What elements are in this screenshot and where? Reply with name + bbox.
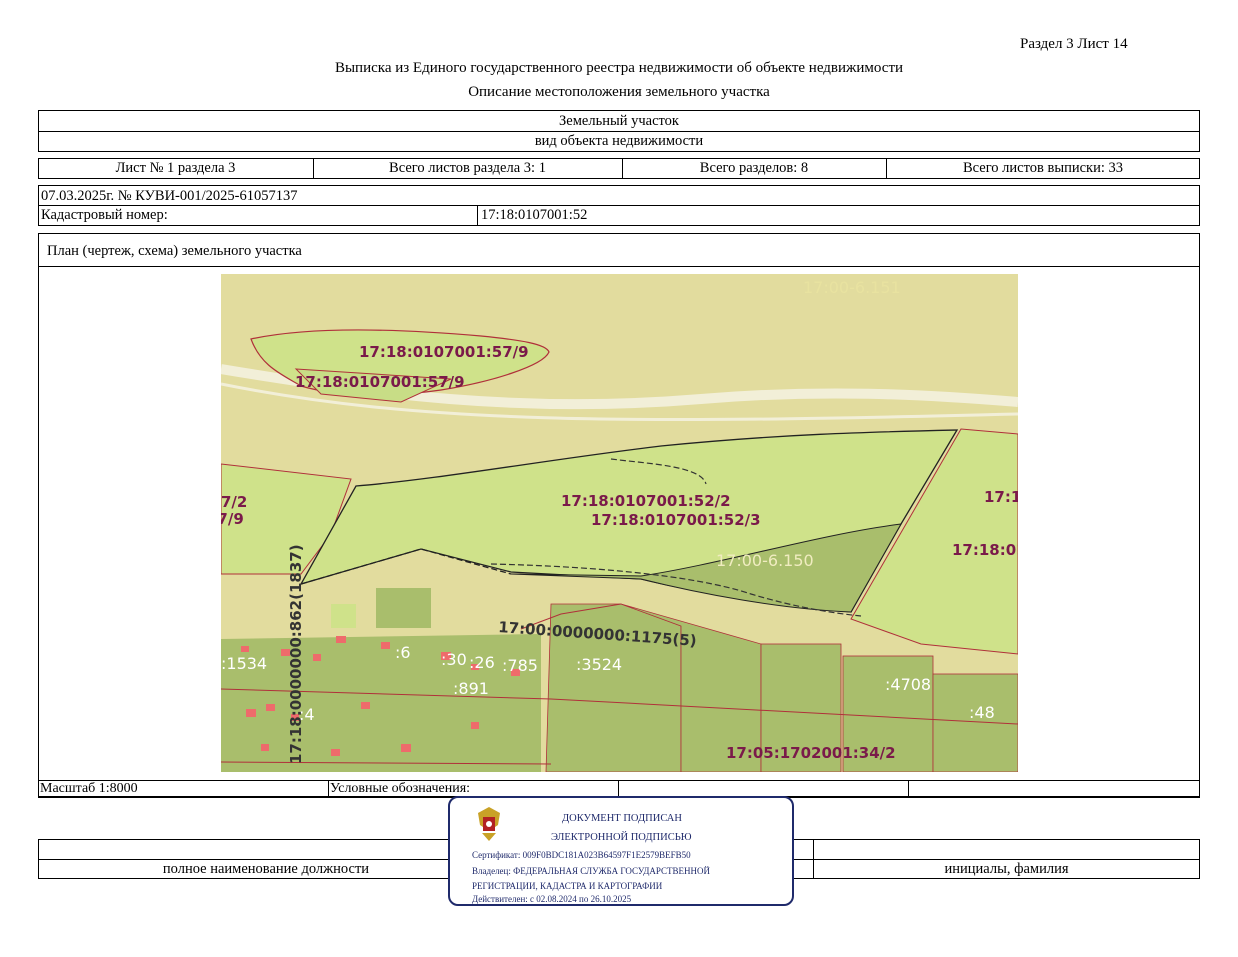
- label-zone-6150: 17:00-6.150: [716, 551, 814, 570]
- stamp-valid: Действителен: с 02.08.2024 по 26.10.2025: [472, 894, 632, 904]
- label-48: :48: [969, 703, 995, 722]
- stamp-owner2: РЕГИСТРАЦИИ, КАДАСТРА И КАРТОГРАФИИ: [472, 881, 663, 891]
- scale-label: Масштаб 1:8000: [40, 781, 138, 796]
- object-type-caption: вид объекта недвижимости: [534, 133, 704, 149]
- label-road-862: 17:18:0000000:862(1837): [287, 544, 305, 764]
- sheet-number: Лист № 1 раздела 3: [115, 160, 236, 176]
- label-right-2: 17:18:01: [952, 541, 1018, 559]
- label-57-9-b: 17:18:0107001:57/9: [295, 373, 465, 391]
- legend-label: Условные обозначения:: [330, 781, 471, 796]
- cadastral-map: 17:00-6.151 17:18:0107001:57/9 17:18:010…: [221, 274, 1018, 772]
- label-1534: :1534: [221, 654, 267, 673]
- label-zone-top: 17:00-6.151: [803, 278, 901, 297]
- total-sheets-extract: Всего листов выписки: 33: [963, 160, 1123, 176]
- label-3524: :3524: [576, 655, 622, 674]
- label-891: :891: [453, 679, 489, 698]
- label-4: :4: [299, 705, 315, 724]
- label-52-2: 17:18:0107001:52/2: [561, 492, 731, 510]
- label-6: :6: [395, 643, 411, 662]
- stamp-line1: ДОКУМЕНТ ПОДПИСАН: [562, 813, 682, 824]
- object-name: Земельный участок: [559, 113, 679, 129]
- label-26: :26: [469, 653, 495, 672]
- label-57-9-a: 17:18:0107001:57/9: [359, 343, 529, 361]
- label-right-1: 17:1: [984, 488, 1018, 506]
- section-sheet-label: Раздел 3 Лист 14: [1020, 36, 1128, 52]
- label-left-2: 7/2: [221, 493, 247, 511]
- stamp-line2: ЭЛЕКТРОННОЙ ПОДПИСЬЮ: [551, 832, 692, 843]
- e-signature-stamp: ДОКУМЕНТ ПОДПИСАН ЭЛЕКТРОННОЙ ПОДПИСЬЮ С…: [448, 796, 794, 906]
- plan-title: План (чертеж, схема) земельного участка: [47, 243, 302, 259]
- stamp-certificate: Сертификат: 009F0BDC181A023B64597F1E2579…: [472, 850, 691, 860]
- record-date-number: 07.03.2025г. № КУВИ-001/2025-61057137: [41, 188, 298, 204]
- name-caption: инициалы, фамилия: [944, 861, 1069, 877]
- label-52-3: 17:18:0107001:52/3: [591, 511, 761, 529]
- cadastral-label: Кадастровый номер:: [41, 207, 168, 223]
- total-sheets-section: Всего листов раздела 3: 1: [389, 160, 546, 176]
- document-title: Выписка из Единого государственного реес…: [334, 60, 904, 76]
- label-34-2: 17:05:1702001:34/2: [726, 744, 896, 762]
- document-subtitle: Описание местоположения земельного участ…: [468, 84, 770, 100]
- position-caption: полное наименование должности: [162, 861, 370, 877]
- stamp-owner1: Владелец: ФЕДЕРАЛЬНАЯ СЛУЖБА ГОСУДАРСТВЕ…: [472, 866, 711, 876]
- label-30: :30: [441, 650, 467, 669]
- label-785: :785: [502, 656, 538, 675]
- total-sections: Всего разделов: 8: [699, 160, 809, 176]
- cadastral-value: 17:18:0107001:52: [481, 207, 588, 223]
- label-left-9: 57/9: [221, 510, 244, 528]
- label-4708: :4708: [885, 675, 931, 694]
- emblem-icon: [472, 803, 506, 845]
